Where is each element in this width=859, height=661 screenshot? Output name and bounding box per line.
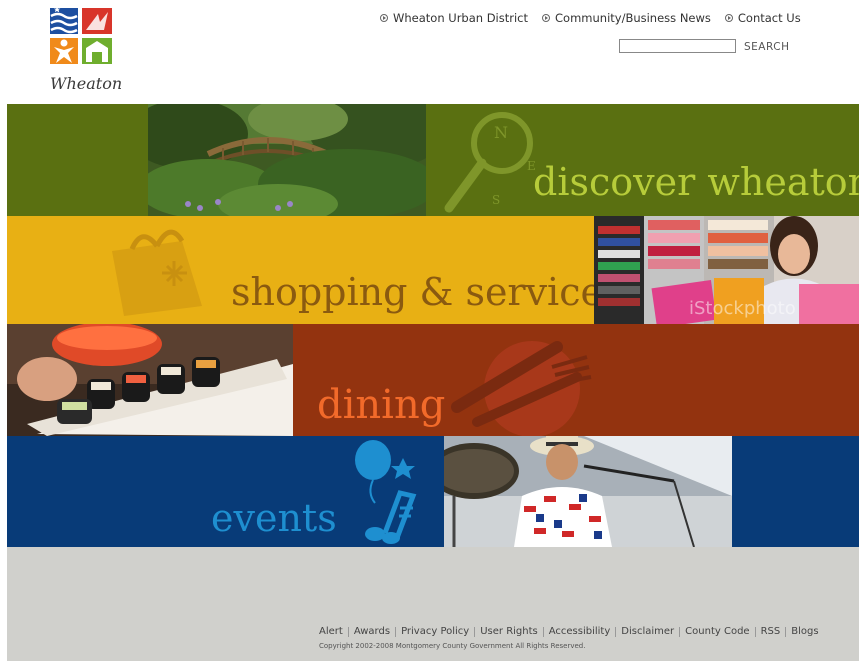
nav-link-label: Wheaton Urban District (393, 11, 529, 25)
balloon-music-note-icon (355, 440, 417, 544)
sushi-photo (7, 324, 293, 436)
arrow-bullet-icon (724, 14, 733, 22)
footer-divider (542, 626, 544, 637)
banner-title-dining: dining (317, 382, 446, 428)
wheaton-logo[interactable]: Wheaton (48, 6, 122, 94)
logo-wordmark: Wheaton (50, 74, 123, 93)
banner-discover-wheaton[interactable]: N E S discover wheaton (7, 104, 859, 216)
svg-text:S: S (492, 193, 500, 207)
footer-divider (347, 626, 349, 637)
compass-magnifier-icon: N E S (444, 112, 536, 213)
copyright-text: Copyright 2002-2008 Montgomery County Go… (319, 642, 586, 650)
shopping-bag-icon (112, 229, 202, 316)
nav-link-label: Contact Us (737, 11, 801, 25)
arrow-bullet-icon (542, 14, 551, 22)
nav-link-community-news[interactable]: Community/Business News (542, 11, 711, 25)
banner-title-discover: discover wheaton (533, 160, 859, 204)
footer-link-privacy-policy[interactable]: Privacy Policy (401, 626, 469, 637)
footer-links: Alert Awards Privacy Policy User Rights … (319, 626, 819, 637)
footer-link-county-code[interactable]: County Code (685, 626, 749, 637)
top-navigation: Wheaton Urban District Community/Busines… (380, 11, 801, 25)
nav-link-contact-us[interactable]: Contact Us (724, 11, 801, 25)
footer-divider (785, 626, 787, 637)
svg-text:N: N (494, 123, 508, 142)
search-input[interactable] (619, 39, 736, 53)
banner-shopping-services[interactable]: shopping & services iStockphoto (7, 216, 859, 324)
shopper-photo: iStockphoto (594, 216, 859, 324)
footer-link-blogs[interactable]: Blogs (791, 626, 818, 637)
footer-link-awards[interactable]: Awards (354, 626, 390, 637)
footer-link-alert[interactable]: Alert (319, 626, 343, 637)
footer-link-disclaimer[interactable]: Disclaimer (621, 626, 674, 637)
banner-title-shopping: shopping & services (231, 270, 623, 314)
banner-events[interactable]: events (7, 436, 859, 547)
footer-link-accessibility[interactable]: Accessibility (549, 626, 611, 637)
footer-divider (474, 626, 476, 637)
stock-watermark: iStockphoto (689, 298, 796, 319)
musician-photo (444, 436, 732, 547)
footer-divider (754, 626, 756, 637)
footer-divider (615, 626, 617, 637)
banner-dining[interactable]: dining (7, 324, 859, 436)
garden-bridge-photo (148, 104, 426, 216)
arrow-bullet-icon (380, 14, 388, 22)
nav-link-urban-district[interactable]: Wheaton Urban District (380, 11, 528, 25)
footer-divider (679, 626, 681, 637)
footer-divider (395, 626, 397, 637)
footer-link-user-rights[interactable]: User Rights (480, 626, 538, 637)
search-button[interactable]: SEARCH (744, 41, 789, 53)
footer-link-rss[interactable]: RSS (761, 626, 781, 637)
nav-link-label: Community/Business News (555, 11, 711, 25)
knife-fork-icon (451, 341, 592, 436)
banner-title-events: events (211, 496, 337, 540)
